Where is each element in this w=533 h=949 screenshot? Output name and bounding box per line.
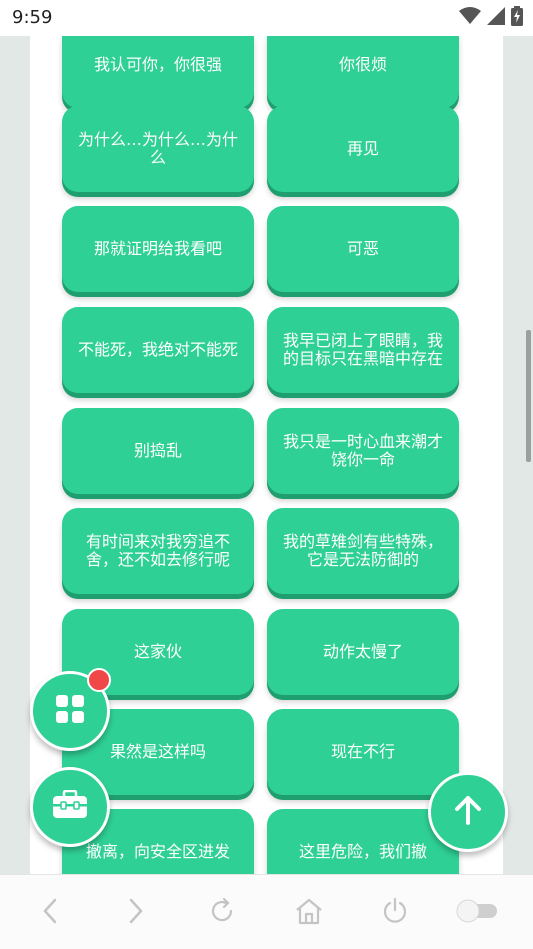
toolbox-icon (52, 789, 88, 824)
scrollbar[interactable] (526, 330, 531, 462)
power-button[interactable] (379, 897, 411, 929)
status-time: 9:59 (12, 7, 53, 28)
toolbox-button[interactable] (30, 767, 110, 847)
phrase-button[interactable]: 不能死，我绝对不能死 (62, 307, 254, 393)
phrase-label: 不能死，我绝对不能死 (77, 340, 238, 359)
scroll-to-top-button[interactable] (428, 772, 508, 852)
phrase-label: 我只是一时心血来潮才饶你一命 (282, 432, 443, 469)
phrase-button[interactable]: 有时间来对我穷追不舍，还不如去修行呢 (62, 508, 254, 594)
phrase-button[interactable]: 你很烦 (267, 36, 459, 108)
phrase-label: 你很烦 (338, 55, 387, 74)
forward-icon (128, 898, 144, 928)
phrase-label: 可恶 (346, 239, 379, 258)
phrase-label: 动作太慢了 (322, 642, 403, 661)
back-icon (42, 898, 58, 928)
phrase-button[interactable]: 再见 (267, 106, 459, 192)
home-icon (294, 897, 324, 929)
toggle-icon (455, 898, 501, 928)
phrase-label: 现在不行 (330, 742, 395, 761)
arrow-up-icon (454, 795, 482, 829)
phrase-label: 那就证明给我看吧 (93, 239, 222, 258)
phrase-list: 我认可你，你很强 你很烦 为什么…为什么…为什么 再见 那就证明给我看吧 可恶 … (30, 36, 503, 874)
signal-icon (487, 7, 505, 25)
browser-nav-bar (0, 874, 533, 949)
phrase-button[interactable]: 动作太慢了 (267, 609, 459, 695)
phrase-button[interactable]: 我的草雉剑有些特殊，它是无法防御的 (267, 508, 459, 594)
wifi-icon (459, 7, 481, 25)
forward-button[interactable] (120, 897, 152, 929)
refresh-icon (208, 897, 236, 929)
phrase-label: 再见 (346, 139, 379, 158)
phrase-button[interactable]: 为什么…为什么…为什么 (62, 106, 254, 192)
phrase-button[interactable]: 我认可你，你很强 (62, 36, 254, 108)
phrase-label: 我认可你，你很强 (93, 55, 222, 74)
phrase-button[interactable]: 可恶 (267, 206, 459, 292)
phrase-label: 我早已闭上了眼睛，我的目标只在黑暗中存在 (282, 331, 443, 368)
night-mode-toggle[interactable] (454, 897, 502, 929)
phrase-button[interactable]: 那就证明给我看吧 (62, 206, 254, 292)
notification-badge (87, 668, 111, 692)
back-button[interactable] (34, 897, 66, 929)
home-button[interactable] (293, 897, 325, 929)
status-icons (459, 6, 523, 26)
power-icon (381, 897, 409, 929)
phrase-label: 我的草雉剑有些特殊，它是无法防御的 (282, 532, 443, 569)
phrase-button[interactable]: 别捣乱 (62, 408, 254, 494)
grid-icon (55, 694, 85, 728)
battery-charging-icon (511, 6, 523, 26)
phrase-label: 这里危险，我们撤 (298, 842, 427, 861)
phrase-label: 别捣乱 (133, 441, 182, 460)
phrase-label: 有时间来对我穷追不舍，还不如去修行呢 (85, 532, 230, 569)
phrase-label: 果然是这样吗 (109, 742, 206, 761)
phrase-label: 这家伙 (133, 642, 182, 661)
phrase-button[interactable]: 我只是一时心血来潮才饶你一命 (267, 408, 459, 494)
refresh-button[interactable] (206, 897, 238, 929)
phrase-button[interactable]: 现在不行 (267, 709, 459, 795)
phrase-button[interactable]: 我早已闭上了眼睛，我的目标只在黑暗中存在 (267, 307, 459, 393)
phrase-label: 为什么…为什么…为什么 (77, 130, 238, 167)
status-bar: 9:59 (0, 0, 533, 36)
phrase-label: 撤离，向安全区进发 (85, 842, 230, 861)
